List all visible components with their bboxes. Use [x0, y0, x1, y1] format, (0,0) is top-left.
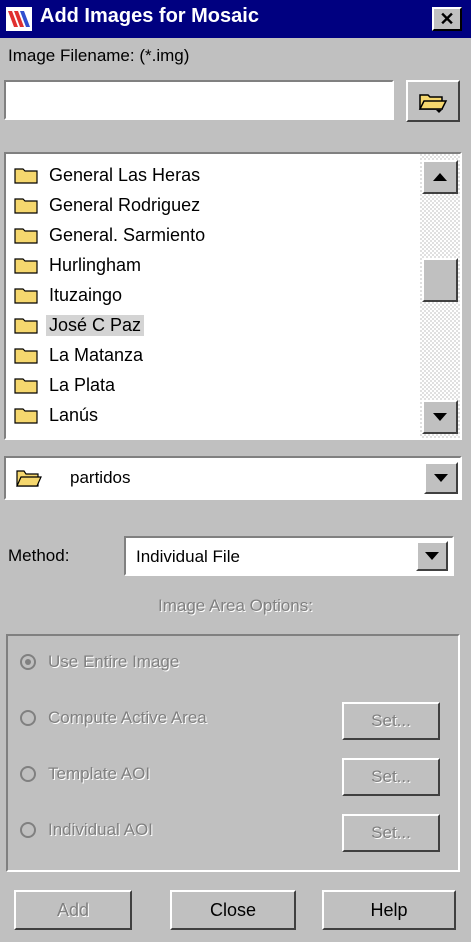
folder-icon	[14, 406, 38, 424]
list-item-label: La Plata	[49, 374, 116, 395]
set-button[interactable]: Set...	[342, 702, 440, 740]
file-list-viewport: General Las Heras General Rodriguez Genera…	[6, 154, 420, 438]
add-button[interactable]: Add	[14, 890, 132, 930]
option-row: Use Entire Image	[16, 644, 446, 684]
method-dropdown[interactable]: Individual File	[124, 536, 454, 576]
browse-button[interactable]	[406, 80, 460, 122]
list-item-label: La Matanza	[49, 344, 144, 365]
option-label: Individual AOI	[48, 820, 153, 839]
set-button[interactable]: Set...	[342, 758, 440, 796]
close-icon: ✕	[439, 8, 455, 29]
folder-icon	[14, 316, 38, 334]
option-label: Use Entire Image	[48, 652, 180, 671]
method-value: Individual File	[136, 547, 240, 566]
list-item[interactable]: General. Sarmiento	[14, 220, 208, 250]
file-list[interactable]: General Las Heras General Rodriguez Genera…	[4, 152, 462, 440]
list-item-label: General Las Heras	[49, 164, 201, 185]
list-item[interactable]: Ituzaingo	[14, 280, 125, 310]
option-row: Individual AOI Set...	[16, 812, 446, 852]
method-label: Method:	[8, 546, 70, 565]
help-button[interactable]: Help	[322, 890, 456, 930]
option-radio[interactable]	[20, 822, 36, 838]
image-area-options-group: Use Entire Image Compute Active Area Set..…	[6, 634, 460, 872]
list-item[interactable]: General Rodriguez	[14, 190, 203, 220]
filename-label: Image Filename: (*.img)	[8, 46, 190, 65]
close-window-button[interactable]: ✕	[432, 7, 462, 31]
scroll-up-button[interactable]	[422, 160, 458, 194]
folder-icon	[14, 256, 38, 274]
list-item-label: José C Paz	[46, 314, 145, 336]
option-label: Template AOI	[48, 764, 151, 783]
list-item-label: Lanús	[49, 404, 99, 425]
option-row: Template AOI Set...	[16, 756, 446, 796]
scroll-down-button[interactable]	[422, 400, 458, 434]
directory-value: partidos	[70, 468, 131, 487]
list-item-label: Hurlingham	[49, 254, 142, 275]
list-item[interactable]: General Las Heras	[14, 160, 203, 190]
list-item[interactable]: Lanús	[14, 400, 101, 430]
file-list-scrollbar[interactable]	[420, 154, 460, 438]
open-folder-icon	[16, 468, 42, 493]
list-item[interactable]: La Matanza	[14, 340, 146, 370]
scroll-thumb[interactable]	[422, 258, 458, 302]
option-radio[interactable]	[20, 766, 36, 782]
partial-list-item	[14, 430, 46, 438]
open-folder-icon	[418, 94, 448, 113]
option-row: Compute Active Area Set...	[16, 700, 446, 740]
folder-icon	[14, 436, 38, 438]
image-area-options-heading: Image Area Options:	[158, 596, 313, 615]
method-dropdown-button[interactable]	[416, 541, 448, 571]
title-bar: Add Images for Mosaic ✕	[0, 0, 471, 38]
option-radio[interactable]	[20, 654, 36, 670]
close-button[interactable]: Close	[170, 890, 296, 930]
option-radio[interactable]	[20, 710, 36, 726]
directory-dropdown-button[interactable]	[424, 462, 458, 494]
chevron-down-icon	[434, 474, 448, 482]
list-item-label: General. Sarmiento	[49, 224, 206, 245]
arrow-down-icon	[433, 413, 447, 421]
list-item-label: General Rodriguez	[49, 194, 201, 215]
folder-icon	[14, 376, 38, 394]
folder-icon	[14, 166, 38, 184]
folder-icon	[14, 226, 38, 244]
app-icon	[6, 7, 32, 31]
option-label: Compute Active Area	[48, 708, 207, 727]
list-item-label: Ituzaingo	[49, 284, 123, 305]
list-item[interactable]: Hurlingham	[14, 250, 144, 280]
folder-icon	[14, 346, 38, 364]
directory-dropdown[interactable]: partidos	[4, 456, 462, 500]
folder-icon	[14, 196, 38, 214]
chevron-down-icon	[425, 552, 439, 560]
set-button[interactable]: Set...	[342, 814, 440, 852]
list-item[interactable]: José C Paz	[14, 310, 145, 340]
list-item[interactable]: La Plata	[14, 370, 118, 400]
folder-icon	[14, 286, 38, 304]
window-title: Add Images for Mosaic	[40, 5, 259, 27]
arrow-up-icon	[433, 173, 447, 181]
filename-input[interactable]	[4, 80, 394, 120]
